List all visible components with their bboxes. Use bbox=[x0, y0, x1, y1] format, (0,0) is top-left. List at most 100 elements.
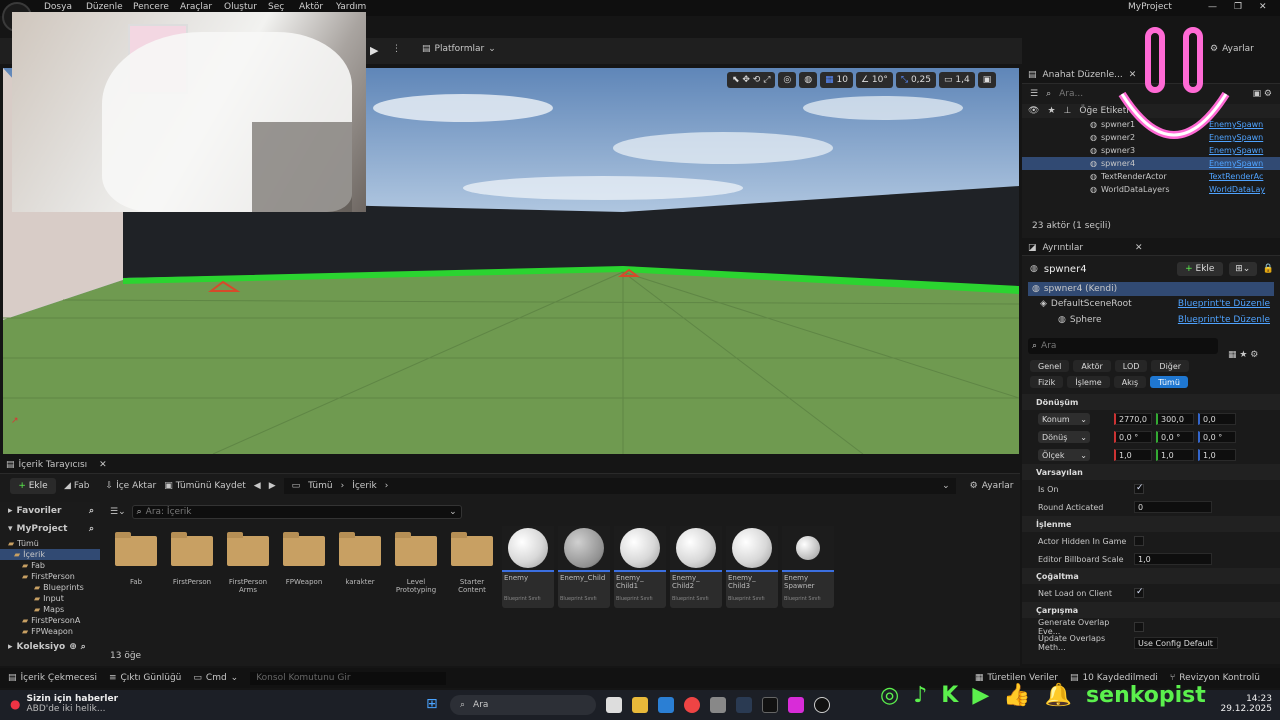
asset-tile[interactable]: Enemy_ Child1 Blueprint Sınıfı bbox=[614, 526, 666, 608]
output-log-button[interactable]: ≡ Çıktı Günlüğü bbox=[109, 673, 181, 683]
rot-input-2[interactable]: 0,0 ° bbox=[1198, 431, 1236, 443]
table-row[interactable]: ◍ WorldDataLayers WorldDataLay bbox=[1022, 183, 1280, 196]
menu-create[interactable]: Oluştur bbox=[224, 2, 257, 12]
blueprint-options-button[interactable]: ⊞⌄ bbox=[1228, 262, 1257, 276]
content-browser-tab[interactable]: İçerik Tarayıcısı bbox=[19, 460, 88, 470]
windows-start-icon[interactable]: ⊞ bbox=[426, 696, 438, 712]
overlap-checkbox[interactable] bbox=[1134, 622, 1144, 632]
close-tab-icon[interactable]: ✕ bbox=[99, 460, 107, 470]
content-search-input[interactable]: ⌕ Ara: İçerik ⌄ bbox=[131, 505, 462, 519]
scale-snap-toggle[interactable]: ⤡ 0,25 bbox=[895, 72, 936, 88]
tree-item[interactable]: ▰ İçerik bbox=[0, 549, 100, 560]
folder-tree-icon[interactable]: ▭ bbox=[292, 481, 301, 491]
is-on-checkbox[interactable] bbox=[1134, 484, 1144, 494]
filter-chip-1[interactable]: Aktör bbox=[1073, 360, 1111, 372]
menu-tools[interactable]: Araçlar bbox=[180, 2, 212, 12]
collections-header[interactable]: Koleksiyo bbox=[17, 642, 66, 652]
details-search-input[interactable]: ⌕ Ara bbox=[1028, 338, 1218, 354]
menu-file[interactable]: Dosya bbox=[44, 2, 72, 12]
add-circle-icon[interactable]: ⊕ bbox=[69, 642, 77, 652]
more-options-icon[interactable]: ⋮ bbox=[392, 44, 401, 54]
filter-chip-3[interactable]: Diğer bbox=[1151, 360, 1190, 372]
menu-edit[interactable]: Düzenle bbox=[86, 2, 123, 12]
self-component-row[interactable]: ◍ spwner4 (Kendi) bbox=[1028, 282, 1274, 296]
file-explorer-icon[interactable] bbox=[632, 697, 648, 713]
rot-input-1[interactable]: 0,0 ° bbox=[1156, 431, 1194, 443]
revision-control-button[interactable]: ⑂ Revizyon Kontrolü bbox=[1170, 673, 1260, 683]
camera-speed-button[interactable]: ▭ 1,4 bbox=[939, 72, 975, 88]
filter-chip-2[interactable]: LOD bbox=[1114, 360, 1148, 372]
scale-input-2[interactable]: 1,0 bbox=[1198, 449, 1236, 461]
tree-item[interactable]: ▰ Maps bbox=[0, 604, 100, 615]
folder-item[interactable]: Fab bbox=[110, 526, 162, 586]
filter-chip-7[interactable]: Tümü bbox=[1150, 376, 1188, 388]
collapse-icon[interactable]: ▸ bbox=[8, 506, 13, 516]
loc-input-1[interactable]: 300,0 bbox=[1156, 413, 1194, 425]
add-button[interactable]: + Ekle bbox=[10, 478, 56, 494]
menu-window[interactable]: Pencere bbox=[133, 2, 169, 12]
section-collision[interactable]: Çarpışma bbox=[1022, 602, 1280, 618]
edit-blueprint-link[interactable]: Blueprint'te Düzenle bbox=[1178, 315, 1270, 325]
maximize-viewport-icon[interactable]: ▣ bbox=[977, 72, 997, 88]
select-tool-icon[interactable]: ⬉ ✥ ⟲ ⤢ bbox=[727, 72, 776, 88]
task-view-icon[interactable] bbox=[606, 697, 622, 713]
round-input[interactable]: 0 bbox=[1134, 501, 1212, 513]
asset-tile[interactable]: Enemy_Child Blueprint Sınıfı bbox=[558, 526, 610, 608]
search-icon[interactable]: ⌕ bbox=[81, 642, 86, 652]
cmd-button[interactable]: ▭ Cmd ⌄ bbox=[193, 673, 238, 683]
asset-tile[interactable]: Enemy Blueprint Sınıfı bbox=[502, 526, 554, 608]
edit-blueprint-link[interactable]: Blueprint'te Düzenle bbox=[1178, 299, 1270, 309]
maximize-icon[interactable]: ❐ bbox=[1234, 2, 1242, 12]
chevron-down-icon[interactable]: ⌄ bbox=[942, 481, 950, 491]
asset-tile[interactable]: Enemy Spawner Blueprint Sınıfı bbox=[782, 526, 834, 608]
table-row[interactable]: ◍ spwner4 EnemySpawn bbox=[1022, 157, 1280, 170]
folder-item[interactable]: Level Prototyping bbox=[390, 526, 442, 594]
outliner-search-input[interactable]: Ara... bbox=[1059, 89, 1083, 99]
console-input[interactable]: Konsol Komutunu Gir bbox=[250, 671, 447, 685]
taskbar-search[interactable]: ⌕ Ara bbox=[450, 695, 596, 715]
billboard-input[interactable]: 1,0 bbox=[1134, 553, 1212, 565]
scale-input-0[interactable]: 1,0 bbox=[1114, 449, 1152, 461]
scale-input-1[interactable]: 1,0 bbox=[1156, 449, 1194, 461]
expand-icon[interactable]: ▾ bbox=[8, 524, 13, 534]
folder-add-icon[interactable]: ▣ ⚙ bbox=[1253, 89, 1272, 99]
details-tab[interactable]: Ayrıntılar bbox=[1043, 243, 1084, 253]
content-settings-button[interactable]: ⚙ Ayarlar bbox=[970, 481, 1014, 491]
outliner-tab[interactable]: Anahat Düzenle... bbox=[1043, 70, 1123, 80]
folder-item[interactable]: FirstPerson Arms bbox=[222, 526, 274, 594]
settings-app-icon[interactable] bbox=[710, 697, 726, 713]
rot-input-0[interactable]: 0,0 ° bbox=[1114, 431, 1152, 443]
update-select[interactable]: Use Config Default bbox=[1134, 637, 1218, 649]
filter-icon[interactable]: ☰ bbox=[1030, 89, 1038, 99]
table-row[interactable]: ◍ TextRenderActor TextRenderAc bbox=[1022, 170, 1280, 183]
content-drawer-button[interactable]: ▤ İçerik Çekmecesi bbox=[8, 673, 97, 683]
section-replication[interactable]: Çoğaltma bbox=[1022, 568, 1280, 584]
history-back-icon[interactable]: ◀ bbox=[254, 481, 261, 491]
steam-icon[interactable] bbox=[736, 697, 752, 713]
news-widget[interactable]: ● Sizin için haberler ABD'de iki helik... bbox=[10, 694, 118, 714]
grid-snap-toggle[interactable]: ▦ 10 bbox=[820, 72, 853, 88]
menu-help[interactable]: Yardım bbox=[336, 2, 366, 12]
tree-item[interactable]: ▰ FPWeapon bbox=[0, 626, 100, 637]
close-icon[interactable]: ✕ bbox=[1259, 2, 1267, 12]
rotation-snap-toggle[interactable]: ∠ 10° bbox=[855, 72, 893, 88]
folder-item[interactable]: FirstPerson bbox=[166, 526, 218, 586]
filter-chip-0[interactable]: Genel bbox=[1030, 360, 1070, 372]
platforms-button[interactable]: ▤ Platformlar ⌄ bbox=[422, 44, 496, 54]
filter-icon[interactable]: ☰⌄ bbox=[110, 507, 126, 517]
filter-chip-6[interactable]: Akış bbox=[1113, 376, 1147, 388]
unsaved-button[interactable]: ▤ 10 Kaydedilmedi bbox=[1070, 673, 1158, 683]
derived-data-button[interactable]: ▦ Türetilen Veriler bbox=[975, 673, 1058, 683]
section-transform[interactable]: Dönüşüm bbox=[1022, 394, 1280, 410]
close-tab-icon[interactable]: ✕ bbox=[1135, 243, 1143, 253]
scene-root-row[interactable]: ◈ DefaultSceneRoot Blueprint'te Düzenle bbox=[1022, 296, 1280, 312]
crumb-content[interactable]: İçerik bbox=[352, 481, 377, 491]
tree-item[interactable]: ▰ Blueprints bbox=[0, 582, 100, 593]
collapse-icon[interactable]: ▸ bbox=[8, 642, 13, 652]
project-header[interactable]: MyProject bbox=[17, 524, 68, 534]
sphere-row[interactable]: ◍ Sphere Blueprint'te Düzenle bbox=[1022, 312, 1280, 328]
crumb-all[interactable]: Tümü bbox=[308, 481, 332, 491]
clock-time[interactable]: 14:23 bbox=[1216, 694, 1272, 704]
tree-item[interactable]: ▰ FirstPerson bbox=[0, 571, 100, 582]
add-component-button[interactable]: + Ekle bbox=[1176, 262, 1223, 276]
